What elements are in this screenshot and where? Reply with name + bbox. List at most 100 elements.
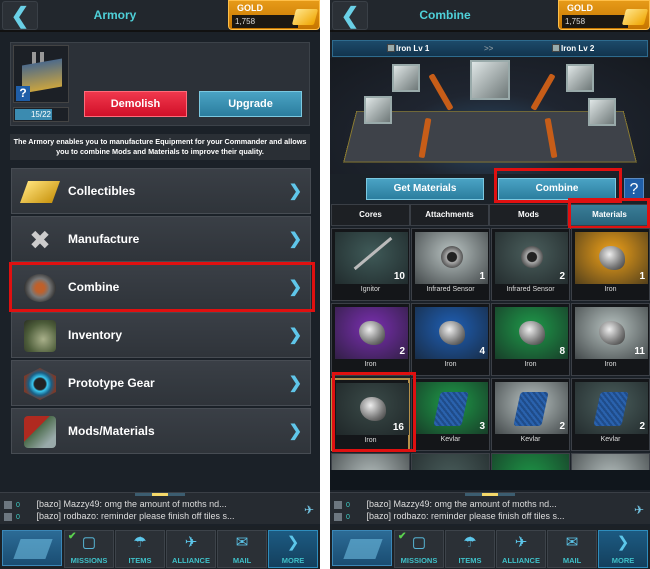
chevron-right-icon: ❯ <box>286 534 300 551</box>
gold-display[interactable]: GOLD 1,758 <box>558 0 650 30</box>
material-item[interactable]: 4 Iron <box>411 303 490 376</box>
chat-line[interactable]: 0 [bazo] rodbazo: reminder please finish… <box>334 511 564 524</box>
kevlar-sheet-icon <box>593 392 629 426</box>
material-item[interactable]: 2 Kevlar <box>571 378 650 451</box>
home-base-button[interactable] <box>2 530 62 566</box>
item-name: Infrared Sensor <box>426 286 475 293</box>
material-item[interactable]: 2 Iron <box>331 303 410 376</box>
chat-message: [bazo] Mazzy49: omg the amount of moths … <box>366 499 557 509</box>
nav-label: ITEMS <box>128 556 152 565</box>
menu-item-mods-materials[interactable]: Mods/Materials ❯ <box>11 408 311 454</box>
target-material: Iron Lv 2 <box>552 44 594 53</box>
building-level-bar: 15/22 <box>13 107 69 122</box>
material-item[interactable]: 2 Kevlar <box>491 378 570 451</box>
item-count: 10 <box>393 271 405 282</box>
item-name: Kevlar <box>520 436 541 443</box>
base-icon <box>343 539 383 559</box>
nav-label: MAIL <box>562 556 582 565</box>
tab-cores[interactable]: Cores <box>331 204 410 226</box>
eagle-emblem-icon: ✈ <box>514 534 528 551</box>
item-count: 2 <box>399 346 405 357</box>
home-base-button[interactable] <box>332 530 392 566</box>
item-image <box>575 382 648 434</box>
nav-mail[interactable]: ✉ MAIL <box>547 530 597 568</box>
back-button[interactable]: ❮ <box>2 1 38 30</box>
active-page-dot <box>482 493 498 496</box>
nav-label: MAIL <box>232 556 252 565</box>
gold-display[interactable]: GOLD 1,758 <box>228 0 320 30</box>
nav-items[interactable]: ☂ ITEMS <box>115 530 165 568</box>
tools-icon: ✖ <box>29 225 51 255</box>
item-count: 4 <box>479 346 485 357</box>
friends-count: 0 <box>16 502 20 509</box>
item-image <box>495 232 568 284</box>
combine-highlight-box <box>9 262 315 312</box>
menu-item-inventory[interactable]: Inventory ❯ <box>11 312 311 358</box>
chat-line[interactable]: 0 [bazo] rodbazo: reminder please finish… <box>4 511 234 524</box>
material-item[interactable]: 3 Kevlar <box>411 378 490 451</box>
arrow-indicator: >> <box>484 44 494 53</box>
material-item[interactable]: 11 Iron <box>571 303 650 376</box>
material-item[interactable]: 8 Iron <box>491 303 570 376</box>
material-item[interactable]: 10 Ignitor <box>331 228 410 301</box>
material-item[interactable]: 1 Iron <box>571 228 650 301</box>
material-slot[interactable] <box>392 64 420 92</box>
kevlar-sheet-icon <box>433 392 469 426</box>
message-icon <box>4 513 12 521</box>
grid-bottom-fade <box>330 470 650 490</box>
menu-item-collectibles[interactable]: Collectibles ❯ <box>11 168 311 214</box>
tab-mods[interactable]: Mods <box>489 204 568 226</box>
infrared-sensor-icon <box>521 246 543 268</box>
nav-label: MISSIONS <box>400 556 438 565</box>
messages-count: 0 <box>346 514 350 521</box>
upgrade-button[interactable]: Upgrade <box>199 91 302 117</box>
item-count: 8 <box>559 346 565 357</box>
iron-ore-icon <box>519 321 545 345</box>
chevron-right-icon: ❯ <box>288 231 302 248</box>
gold-value: 1,758 <box>232 15 298 28</box>
material-slot[interactable] <box>588 98 616 126</box>
mods-materials-icon <box>24 416 56 448</box>
iron-ore-icon <box>599 246 625 270</box>
nav-items[interactable]: ☂ ITEMS <box>445 530 495 568</box>
get-materials-button[interactable]: Get Materials <box>366 178 484 200</box>
item-image <box>415 307 488 359</box>
item-count: 1 <box>639 271 645 282</box>
chat-page-indicator <box>465 493 515 496</box>
material-item[interactable]: 2 Infrared Sensor <box>491 228 570 301</box>
infrared-sensor-icon <box>441 246 463 268</box>
menu-item-prototype-gear[interactable]: Prototype Gear ❯ <box>11 360 311 406</box>
material-slot[interactable] <box>566 64 594 92</box>
help-button[interactable]: ? <box>16 86 30 101</box>
chat-ticker[interactable]: 0 [bazo] Mazzy49: omg the amount of moth… <box>330 492 650 524</box>
nav-mail[interactable]: ✉ MAIL <box>217 530 267 568</box>
nav-more[interactable]: ❯ MORE <box>268 530 318 568</box>
alliance-chat-icon[interactable]: ✈ <box>634 503 644 517</box>
material-slot[interactable] <box>364 96 392 124</box>
parachute-crate-icon: ☂ <box>133 534 147 551</box>
nav-missions[interactable]: ✔ ▢ MISSIONS <box>64 530 114 568</box>
chat-ticker[interactable]: 0 [bazo] Mazzy49: omg the amount of moth… <box>0 492 320 524</box>
iron-ore-icon <box>599 321 625 345</box>
nav-more[interactable]: ❯ MORE <box>598 530 648 568</box>
nav-missions[interactable]: ✔ ▢ MISSIONS <box>394 530 444 568</box>
safety-pin-icon <box>353 236 393 271</box>
material-item[interactable]: 1 Infrared Sensor <box>411 228 490 301</box>
help-button[interactable]: ? <box>624 178 644 200</box>
building-description: The Armory enables you to manufacture Eq… <box>10 134 310 160</box>
nav-alliance[interactable]: ✈ ALLIANCE <box>166 530 216 568</box>
nav-label: MORE <box>611 556 635 565</box>
demolish-button[interactable]: Demolish <box>84 91 187 117</box>
result-slot[interactable] <box>470 60 510 100</box>
item-image <box>495 382 568 434</box>
back-button[interactable]: ❮ <box>332 1 368 30</box>
source-label: Iron Lv 1 <box>396 44 430 53</box>
item-name: Iron <box>604 286 617 293</box>
alliance-chat-icon[interactable]: ✈ <box>304 503 314 517</box>
nav-alliance[interactable]: ✈ ALLIANCE <box>496 530 546 568</box>
tab-attachments[interactable]: Attachments <box>410 204 489 226</box>
header-bar: ❮ Armory GOLD 1,758 <box>0 0 320 32</box>
item-image <box>335 307 408 359</box>
item-name: Kevlar <box>600 436 621 443</box>
menu-item-manufacture[interactable]: ✖ Manufacture ❯ <box>11 216 311 262</box>
